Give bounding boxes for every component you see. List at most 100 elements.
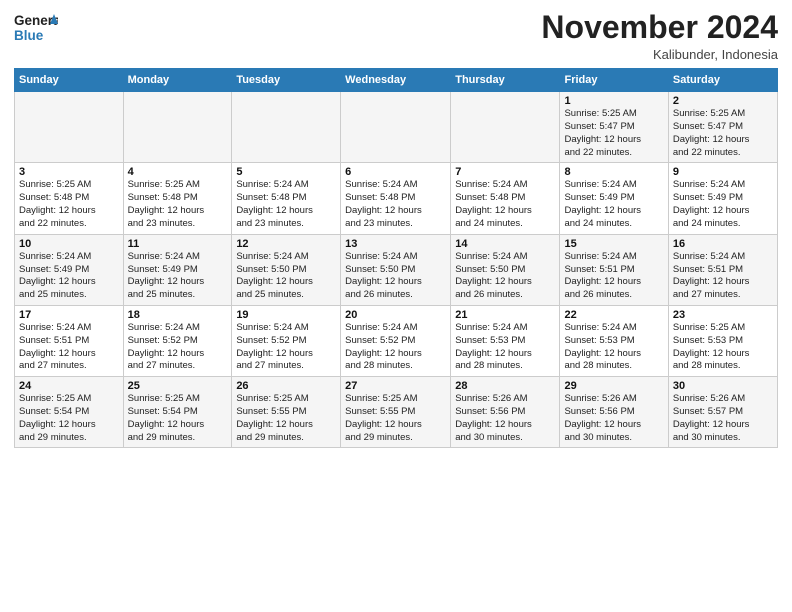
day-cell: 13Sunrise: 5:24 AM Sunset: 5:50 PM Dayli… bbox=[341, 234, 451, 305]
day-number: 15 bbox=[564, 238, 663, 250]
week-row-5: 24Sunrise: 5:25 AM Sunset: 5:54 PM Dayli… bbox=[15, 377, 778, 448]
day-number: 6 bbox=[345, 166, 446, 178]
day-cell: 16Sunrise: 5:24 AM Sunset: 5:51 PM Dayli… bbox=[668, 234, 777, 305]
day-cell bbox=[451, 92, 560, 163]
day-number: 19 bbox=[236, 309, 336, 321]
day-number: 14 bbox=[455, 238, 555, 250]
day-cell bbox=[123, 92, 232, 163]
day-cell bbox=[15, 92, 124, 163]
location-subtitle: Kalibunder, Indonesia bbox=[541, 47, 778, 62]
logo: General Blue bbox=[14, 10, 58, 48]
header-day-tuesday: Tuesday bbox=[232, 69, 341, 92]
day-cell bbox=[232, 92, 341, 163]
day-info: Sunrise: 5:25 AM Sunset: 5:54 PM Dayligh… bbox=[128, 393, 228, 444]
day-number: 16 bbox=[673, 238, 773, 250]
day-cell: 7Sunrise: 5:24 AM Sunset: 5:48 PM Daylig… bbox=[451, 163, 560, 234]
day-number: 24 bbox=[19, 380, 119, 392]
day-cell: 19Sunrise: 5:24 AM Sunset: 5:52 PM Dayli… bbox=[232, 305, 341, 376]
calendar: SundayMondayTuesdayWednesdayThursdayFrid… bbox=[14, 68, 778, 448]
calendar-body: 1Sunrise: 5:25 AM Sunset: 5:47 PM Daylig… bbox=[15, 92, 778, 448]
day-cell: 3Sunrise: 5:25 AM Sunset: 5:48 PM Daylig… bbox=[15, 163, 124, 234]
day-info: Sunrise: 5:25 AM Sunset: 5:48 PM Dayligh… bbox=[128, 179, 228, 230]
day-info: Sunrise: 5:24 AM Sunset: 5:53 PM Dayligh… bbox=[564, 322, 663, 373]
day-number: 8 bbox=[564, 166, 663, 178]
week-row-3: 10Sunrise: 5:24 AM Sunset: 5:49 PM Dayli… bbox=[15, 234, 778, 305]
day-number: 27 bbox=[345, 380, 446, 392]
day-cell: 22Sunrise: 5:24 AM Sunset: 5:53 PM Dayli… bbox=[560, 305, 668, 376]
day-cell: 10Sunrise: 5:24 AM Sunset: 5:49 PM Dayli… bbox=[15, 234, 124, 305]
day-info: Sunrise: 5:26 AM Sunset: 5:56 PM Dayligh… bbox=[455, 393, 555, 444]
day-cell bbox=[341, 92, 451, 163]
week-row-2: 3Sunrise: 5:25 AM Sunset: 5:48 PM Daylig… bbox=[15, 163, 778, 234]
day-info: Sunrise: 5:24 AM Sunset: 5:48 PM Dayligh… bbox=[345, 179, 446, 230]
day-info: Sunrise: 5:24 AM Sunset: 5:49 PM Dayligh… bbox=[673, 179, 773, 230]
header: General Blue November 2024 Kalibunder, I… bbox=[14, 10, 778, 62]
day-number: 9 bbox=[673, 166, 773, 178]
day-info: Sunrise: 5:25 AM Sunset: 5:54 PM Dayligh… bbox=[19, 393, 119, 444]
day-info: Sunrise: 5:24 AM Sunset: 5:49 PM Dayligh… bbox=[19, 251, 119, 302]
day-cell: 9Sunrise: 5:24 AM Sunset: 5:49 PM Daylig… bbox=[668, 163, 777, 234]
day-number: 25 bbox=[128, 380, 228, 392]
day-number: 21 bbox=[455, 309, 555, 321]
day-cell: 12Sunrise: 5:24 AM Sunset: 5:50 PM Dayli… bbox=[232, 234, 341, 305]
day-number: 26 bbox=[236, 380, 336, 392]
day-cell: 1Sunrise: 5:25 AM Sunset: 5:47 PM Daylig… bbox=[560, 92, 668, 163]
day-info: Sunrise: 5:25 AM Sunset: 5:47 PM Dayligh… bbox=[673, 108, 773, 159]
day-number: 10 bbox=[19, 238, 119, 250]
day-number: 7 bbox=[455, 166, 555, 178]
day-number: 20 bbox=[345, 309, 446, 321]
header-day-sunday: Sunday bbox=[15, 69, 124, 92]
day-info: Sunrise: 5:24 AM Sunset: 5:50 PM Dayligh… bbox=[236, 251, 336, 302]
header-day-wednesday: Wednesday bbox=[341, 69, 451, 92]
day-cell: 6Sunrise: 5:24 AM Sunset: 5:48 PM Daylig… bbox=[341, 163, 451, 234]
day-number: 17 bbox=[19, 309, 119, 321]
day-cell: 18Sunrise: 5:24 AM Sunset: 5:52 PM Dayli… bbox=[123, 305, 232, 376]
day-cell: 30Sunrise: 5:26 AM Sunset: 5:57 PM Dayli… bbox=[668, 377, 777, 448]
day-number: 11 bbox=[128, 238, 228, 250]
svg-text:Blue: Blue bbox=[14, 28, 44, 43]
day-number: 29 bbox=[564, 380, 663, 392]
day-info: Sunrise: 5:25 AM Sunset: 5:55 PM Dayligh… bbox=[345, 393, 446, 444]
header-day-monday: Monday bbox=[123, 69, 232, 92]
page: General Blue November 2024 Kalibunder, I… bbox=[0, 0, 792, 612]
title-block: November 2024 Kalibunder, Indonesia bbox=[541, 10, 778, 62]
day-number: 22 bbox=[564, 309, 663, 321]
day-info: Sunrise: 5:24 AM Sunset: 5:52 PM Dayligh… bbox=[128, 322, 228, 373]
day-info: Sunrise: 5:25 AM Sunset: 5:53 PM Dayligh… bbox=[673, 322, 773, 373]
day-info: Sunrise: 5:24 AM Sunset: 5:51 PM Dayligh… bbox=[673, 251, 773, 302]
day-info: Sunrise: 5:24 AM Sunset: 5:51 PM Dayligh… bbox=[564, 251, 663, 302]
day-info: Sunrise: 5:24 AM Sunset: 5:48 PM Dayligh… bbox=[455, 179, 555, 230]
day-number: 3 bbox=[19, 166, 119, 178]
day-cell: 29Sunrise: 5:26 AM Sunset: 5:56 PM Dayli… bbox=[560, 377, 668, 448]
day-info: Sunrise: 5:25 AM Sunset: 5:55 PM Dayligh… bbox=[236, 393, 336, 444]
day-info: Sunrise: 5:25 AM Sunset: 5:48 PM Dayligh… bbox=[19, 179, 119, 230]
day-cell: 27Sunrise: 5:25 AM Sunset: 5:55 PM Dayli… bbox=[341, 377, 451, 448]
day-info: Sunrise: 5:24 AM Sunset: 5:50 PM Dayligh… bbox=[455, 251, 555, 302]
week-row-1: 1Sunrise: 5:25 AM Sunset: 5:47 PM Daylig… bbox=[15, 92, 778, 163]
day-info: Sunrise: 5:24 AM Sunset: 5:52 PM Dayligh… bbox=[236, 322, 336, 373]
day-cell: 24Sunrise: 5:25 AM Sunset: 5:54 PM Dayli… bbox=[15, 377, 124, 448]
day-number: 23 bbox=[673, 309, 773, 321]
header-day-saturday: Saturday bbox=[668, 69, 777, 92]
day-info: Sunrise: 5:26 AM Sunset: 5:56 PM Dayligh… bbox=[564, 393, 663, 444]
header-day-thursday: Thursday bbox=[451, 69, 560, 92]
day-info: Sunrise: 5:26 AM Sunset: 5:57 PM Dayligh… bbox=[673, 393, 773, 444]
week-row-4: 17Sunrise: 5:24 AM Sunset: 5:51 PM Dayli… bbox=[15, 305, 778, 376]
day-info: Sunrise: 5:24 AM Sunset: 5:52 PM Dayligh… bbox=[345, 322, 446, 373]
day-cell: 11Sunrise: 5:24 AM Sunset: 5:49 PM Dayli… bbox=[123, 234, 232, 305]
day-number: 2 bbox=[673, 95, 773, 107]
day-cell: 8Sunrise: 5:24 AM Sunset: 5:49 PM Daylig… bbox=[560, 163, 668, 234]
day-number: 12 bbox=[236, 238, 336, 250]
day-info: Sunrise: 5:24 AM Sunset: 5:53 PM Dayligh… bbox=[455, 322, 555, 373]
day-info: Sunrise: 5:24 AM Sunset: 5:51 PM Dayligh… bbox=[19, 322, 119, 373]
day-number: 13 bbox=[345, 238, 446, 250]
day-number: 5 bbox=[236, 166, 336, 178]
logo-svg: General Blue bbox=[14, 10, 58, 48]
month-title: November 2024 bbox=[541, 10, 778, 45]
calendar-header: SundayMondayTuesdayWednesdayThursdayFrid… bbox=[15, 69, 778, 92]
header-row: SundayMondayTuesdayWednesdayThursdayFrid… bbox=[15, 69, 778, 92]
day-cell: 5Sunrise: 5:24 AM Sunset: 5:48 PM Daylig… bbox=[232, 163, 341, 234]
day-cell: 17Sunrise: 5:24 AM Sunset: 5:51 PM Dayli… bbox=[15, 305, 124, 376]
day-cell: 4Sunrise: 5:25 AM Sunset: 5:48 PM Daylig… bbox=[123, 163, 232, 234]
day-cell: 15Sunrise: 5:24 AM Sunset: 5:51 PM Dayli… bbox=[560, 234, 668, 305]
